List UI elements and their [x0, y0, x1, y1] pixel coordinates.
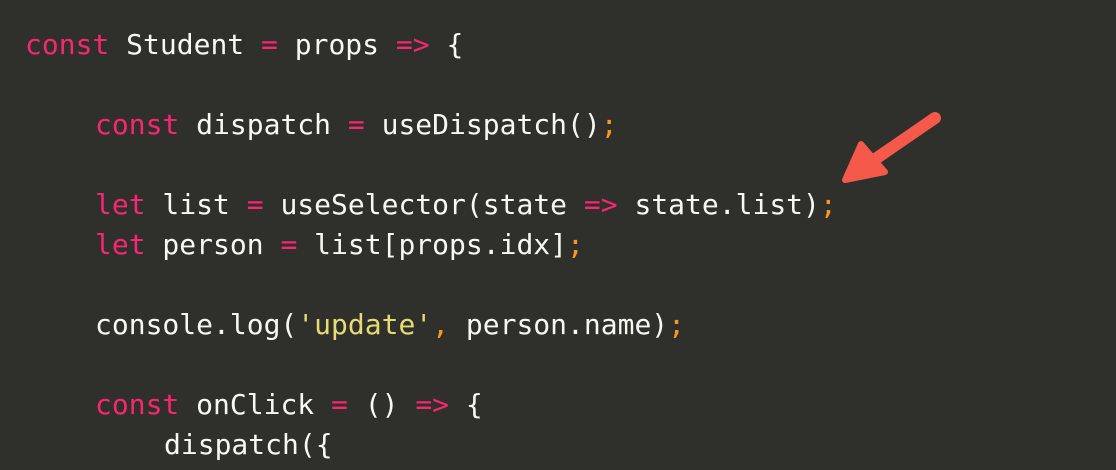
identifier: props: [277, 28, 396, 61]
arrow-pointing-left-down-icon: [842, 112, 941, 183]
code-line-8: console.log('update', person.name);: [25, 305, 1116, 345]
keyword: let: [95, 228, 146, 261]
semicolon: ;: [567, 228, 584, 261]
operator: =>: [395, 28, 430, 61]
function-call: state.list): [617, 188, 820, 221]
operator: =: [347, 108, 365, 141]
expression: person.name): [449, 308, 669, 341]
punctuation: {: [449, 388, 483, 421]
keyword: const: [95, 388, 180, 421]
identifier: onClick: [179, 388, 332, 421]
string-literal: 'update': [297, 308, 433, 341]
code-editor: const Student = props => { const dispatc…: [0, 0, 1116, 470]
expression: list[props.idx]: [297, 228, 568, 261]
identifier: list: [145, 188, 247, 221]
function-call: useDispatch(): [364, 108, 601, 141]
semicolon: ;: [819, 188, 837, 221]
function-call: useSelector(state: [263, 188, 584, 221]
code-line-6: let person = list[props.idx];: [25, 225, 1116, 265]
code-line-1: const Student = props => {: [25, 25, 1116, 65]
function-call: dispatch({: [164, 428, 333, 461]
code-line-10: const onClick = () => {: [25, 385, 1116, 425]
parameters: (): [347, 388, 416, 421]
operator: =: [261, 28, 278, 61]
keyword: let: [95, 188, 146, 221]
keyword: const: [25, 28, 110, 61]
code-line-5: let list = useSelector(state => state.li…: [25, 185, 1116, 225]
operator: =: [246, 188, 264, 221]
comma: ,: [432, 308, 450, 341]
punctuation: {: [429, 28, 464, 61]
identifier: Student: [109, 28, 262, 61]
operator: =>: [415, 388, 450, 421]
code-line-11: dispatch({: [25, 425, 1116, 465]
function-call: console.log(: [95, 308, 298, 341]
keyword: const: [95, 108, 180, 141]
identifier: dispatch: [179, 108, 348, 141]
operator: =>: [583, 188, 618, 221]
operator: =: [331, 388, 348, 421]
operator: =: [280, 228, 298, 261]
semicolon: ;: [668, 308, 686, 341]
semicolon: ;: [600, 108, 618, 141]
identifier: person: [145, 228, 281, 261]
